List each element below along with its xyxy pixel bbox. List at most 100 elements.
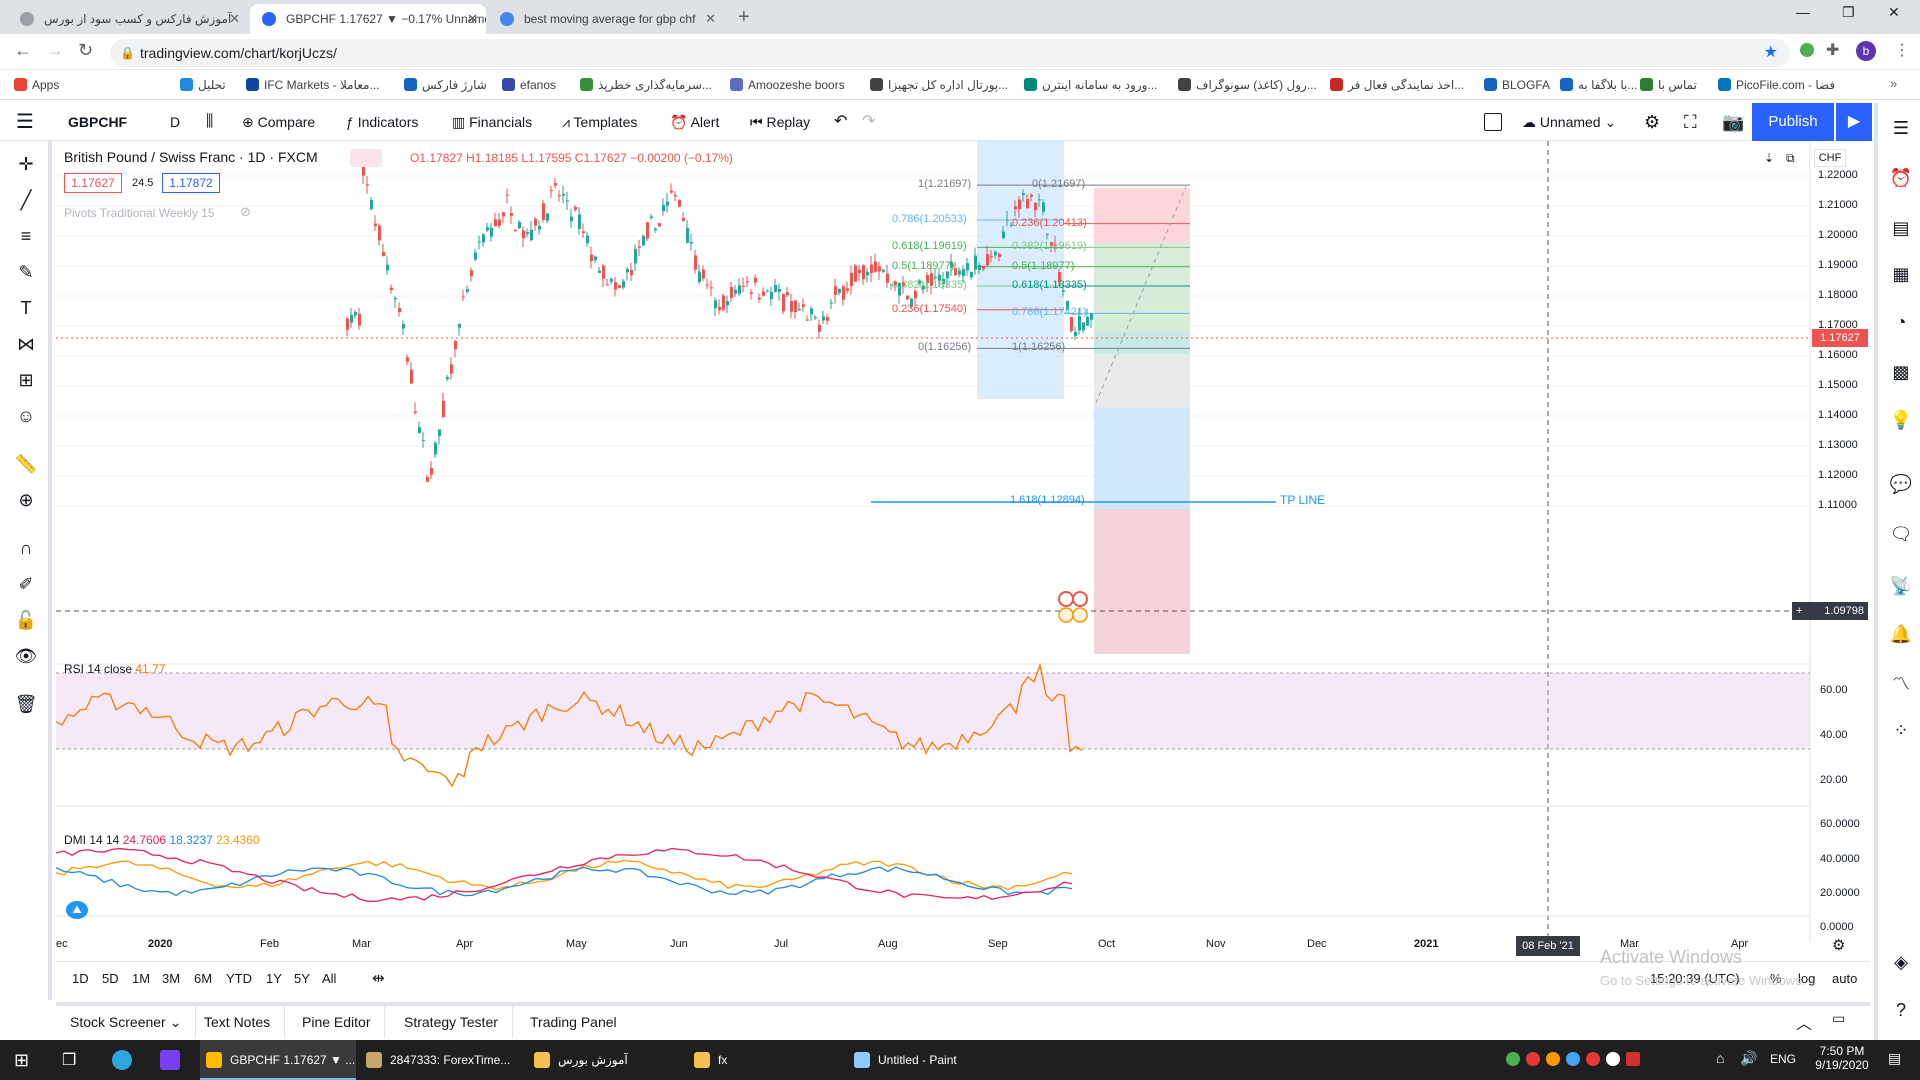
browser-tab-active[interactable]: GBPCHF 1.17627 ▼ −0.17% Unnamed ✕ [250,4,486,34]
eye-icon[interactable]: 👁 [13,643,39,669]
time-axis[interactable]: ec 2020 Feb Mar Apr May Jun Jul Aug Sep Oct Nov Dec 2… [56,936,1870,958]
calendar-icon[interactable]: ▩ [1888,359,1914,385]
bookmark-item[interactable]: رول (کاغذ) سونوگراف... [1178,70,1317,100]
alert-button[interactable]: ⏰ Alert [670,103,719,141]
bookmark-item[interactable]: سرمایه‌گذاری خطرپذ... [580,70,712,100]
dmi-legend[interactable]: DMI 14 14 24.7606 18.3237 23.4360 [64,833,260,847]
range-1d[interactable]: 1D [72,962,89,996]
layers-icon[interactable]: ◈ [1888,949,1914,975]
crosshair-icon[interactable]: ✛ [13,151,39,177]
range-5d[interactable]: 5D [102,962,119,996]
rsi-legend[interactable]: RSI 14 close 41.77 [64,662,165,676]
back-icon[interactable]: ← [14,40,32,61]
trend-line-icon[interactable]: ╱ [13,187,39,213]
dividend-event-icon[interactable] [1058,607,1074,623]
minimize-window-icon[interactable]: — [1796,4,1810,20]
currency-badge[interactable]: CHF [1814,149,1846,167]
restore-window-icon[interactable]: ❐ [1842,4,1855,21]
browser-tab[interactable]: آموزش فارکس و کسب سود از بورس ✕ [8,4,248,34]
language-indicator[interactable]: ENG [1770,1052,1796,1066]
notifications-icon[interactable]: ▤ [1888,1050,1901,1067]
magnet-icon[interactable]: ∩ [13,535,39,561]
buy-price-button[interactable]: 1.17872 [162,173,220,193]
fullscreen-icon[interactable]: ⛶ [1684,103,1697,141]
bookmark-item[interactable]: تماس با [1640,70,1697,100]
scroll-down-icon[interactable]: ⇣ [1764,151,1774,165]
telegram-icon[interactable] [112,1050,132,1070]
time-axis-settings-icon[interactable]: ⚙ [1832,936,1845,954]
financials-button[interactable]: ▥ Financials [452,103,532,141]
ruler-icon[interactable]: 📏 [13,451,39,477]
browser-tab[interactable]: best moving average for gbp chf ✕ [488,4,724,34]
task-view-icon[interactable]: ❐ [62,1050,76,1070]
indicators-button[interactable]: ƒ Indicators [346,103,418,141]
taskbar-item-folder[interactable]: آموزش بورس [528,1040,684,1080]
tab-strategy-tester[interactable]: Strategy Tester [390,1006,513,1038]
auto-scale-toggle[interactable]: auto [1832,962,1857,996]
select-layout-icon[interactable] [1484,113,1502,131]
data-window-icon[interactable]: ▤ [1888,215,1914,241]
bookmark-item[interactable]: پورتال اداره کل تجهیزا... [870,70,1008,100]
symbol-legend[interactable]: British Pound / Swiss Franc · 1D · FXCM [64,149,318,165]
range-ytd[interactable]: YTD [226,962,252,996]
range-1m[interactable]: 1M [132,962,150,996]
bookmark-item[interactable]: ورود به سامانه اینترن... [1024,70,1157,100]
pattern-icon[interactable]: ⋈ [13,331,39,357]
reload-icon[interactable]: ↻ [78,40,93,61]
main-menu-icon[interactable]: ☰ [16,103,34,141]
taskbar-item-folder-fx[interactable]: fx [688,1040,844,1080]
replay-button[interactable]: ⏮ Replay [750,103,810,141]
messages-icon[interactable]: 🗨 [1888,521,1914,547]
chart-area[interactable]: British Pound / Swiss Franc · 1D · FXCM … [55,141,1870,941]
url-input[interactable]: 🔒 tradingview.com/chart/korjUczs/ ★ [110,39,1790,67]
help-icon[interactable]: ? [1888,997,1914,1023]
bookmark-item[interactable]: IFC Markets - معاملا... [246,70,380,100]
close-tab-icon[interactable]: ✕ [705,4,716,34]
settings-gear-icon[interactable]: ⚙ [1644,103,1660,141]
templates-button[interactable]: ⩘ Templates [562,103,637,141]
camera-snapshot-icon[interactable]: 📷 [1722,103,1744,141]
bookmark-apps[interactable]: Apps [14,70,59,100]
taskbar-item-paint[interactable]: Untitled - Paint [848,1040,1004,1080]
close-tab-icon[interactable]: ✕ [229,4,240,34]
bookmark-item[interactable]: Amoozeshe boors [730,70,845,100]
stay-drawing-icon[interactable]: ✐ [13,571,39,597]
taskbar-item-chrome[interactable]: GBPCHF 1.17627 ▼ ... [200,1040,356,1080]
bookmark-item[interactable]: شارژ فارکس [404,70,487,100]
taskbar-clock[interactable]: 7:50 PM 9/19/2020 [1810,1044,1874,1072]
layout-name-button[interactable]: ☁ Unnamed ⌄ [1522,103,1616,141]
prediction-icon[interactable]: ⊞ [13,367,39,393]
windows-start-icon[interactable]: ⊞ [14,1050,29,1071]
undo-icon[interactable]: ↶ [834,103,847,141]
bookmark-item[interactable]: با بلاگفا به... :: [1560,70,1647,100]
collapse-panel-icon[interactable]: ︿ [1796,1010,1812,1034]
bookmarks-overflow-icon[interactable]: » [1890,76,1897,91]
text-tool-icon[interactable]: T [13,295,39,321]
bookmark-item[interactable]: BLOGFA [1484,70,1550,100]
app-icon[interactable] [160,1050,180,1070]
volume-icon[interactable]: 🔊 [1740,1050,1757,1067]
add-plus-icon[interactable]: + [1792,602,1802,620]
depth-icon[interactable]: ⁘ [1888,717,1914,743]
redo-icon[interactable]: ↷ [862,103,875,141]
hidden-eye-icon[interactable]: ⊘ [240,204,251,220]
extension-icon[interactable] [1800,43,1814,57]
pivots-indicator-label[interactable]: Pivots Traditional Weekly 15 [64,206,215,220]
alerts-clock-icon[interactable]: ⏰ [1888,165,1914,191]
bookmark-item[interactable]: تحلیل [180,70,226,100]
system-tray-icons[interactable] [1506,1052,1706,1068]
chrome-menu-icon[interactable]: ⋮ [1894,40,1910,60]
tab-stock-screener[interactable]: Stock Screener ⌄ [56,1006,197,1038]
ideas-bulb-icon[interactable]: 💡 [1888,407,1914,433]
network-icon[interactable]: ⌂ [1716,1050,1724,1066]
tab-pine-editor[interactable]: Pine Editor [288,1006,386,1038]
new-tab-icon[interactable]: + [738,6,750,29]
bookmark-star-icon[interactable]: ★ [1764,39,1778,67]
bookmark-item[interactable]: اخذ نمایندگی فعال فر... [1330,70,1464,100]
zoom-in-icon[interactable]: ⊕ [13,487,39,513]
tab-text-notes[interactable]: Text Notes [190,1006,286,1038]
maximize-panel-icon[interactable]: ▭ [1832,1010,1845,1027]
watchlist-icon[interactable]: ☰ [1888,115,1914,141]
hotlist-icon[interactable]: ◔ [1888,309,1914,335]
maximize-pane-icon[interactable]: ⧉ [1786,151,1795,166]
